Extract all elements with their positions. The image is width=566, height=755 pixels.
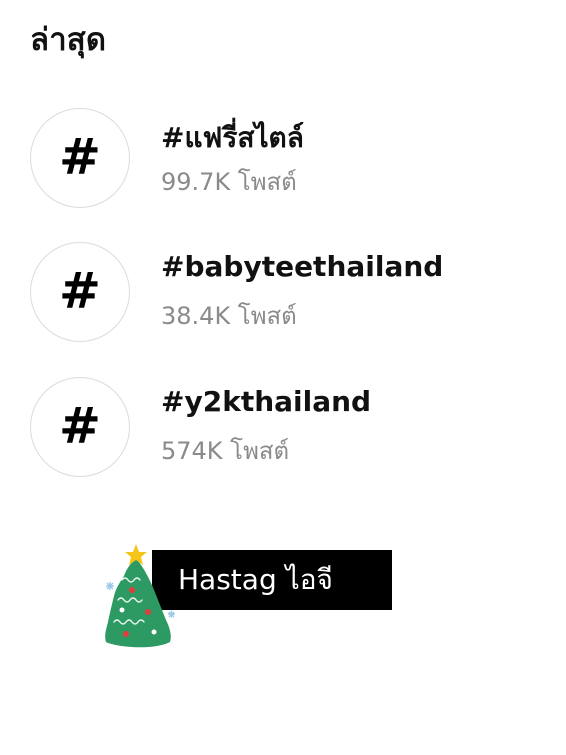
hashtag-icon: # <box>30 242 130 342</box>
hashtag-name: #babyteethailand <box>161 250 444 283</box>
hashtag-result-row[interactable]: # #y2kthailand 574K โพสต์ <box>30 377 550 479</box>
christmas-tree-icon <box>105 544 175 648</box>
hashtag-post-count: 574K โพสต์ <box>161 437 290 465</box>
hashtag-icon: # <box>30 377 130 477</box>
hashtag-result-row[interactable]: # #แฟรี่สไตล์ 99.7K โพสต์ <box>30 108 550 210</box>
caption-label: Hastag ไอจี <box>152 550 392 610</box>
hashtag-post-count: 99.7K โพสต์ <box>161 168 297 196</box>
recent-hashtags-screen: ล่าสุด # #แฟรี่สไตล์ 99.7K โพสต์ # #baby… <box>0 0 566 755</box>
section-title: ล่าสุด <box>30 22 107 58</box>
hashtag-result-row[interactable]: # #babyteethailand 38.4K โพสต์ <box>30 242 550 344</box>
hashtag-icon: # <box>30 108 130 208</box>
hashtag-symbol: # <box>59 262 101 320</box>
caption-text: Hastag ไอจี <box>178 563 333 596</box>
hashtag-symbol: # <box>59 128 101 186</box>
hashtag-name: #y2kthailand <box>161 385 372 418</box>
hashtag-name: #แฟรี่สไตล์ <box>161 121 304 154</box>
hashtag-post-count: 38.4K โพสต์ <box>161 302 297 330</box>
hashtag-symbol: # <box>59 397 101 455</box>
